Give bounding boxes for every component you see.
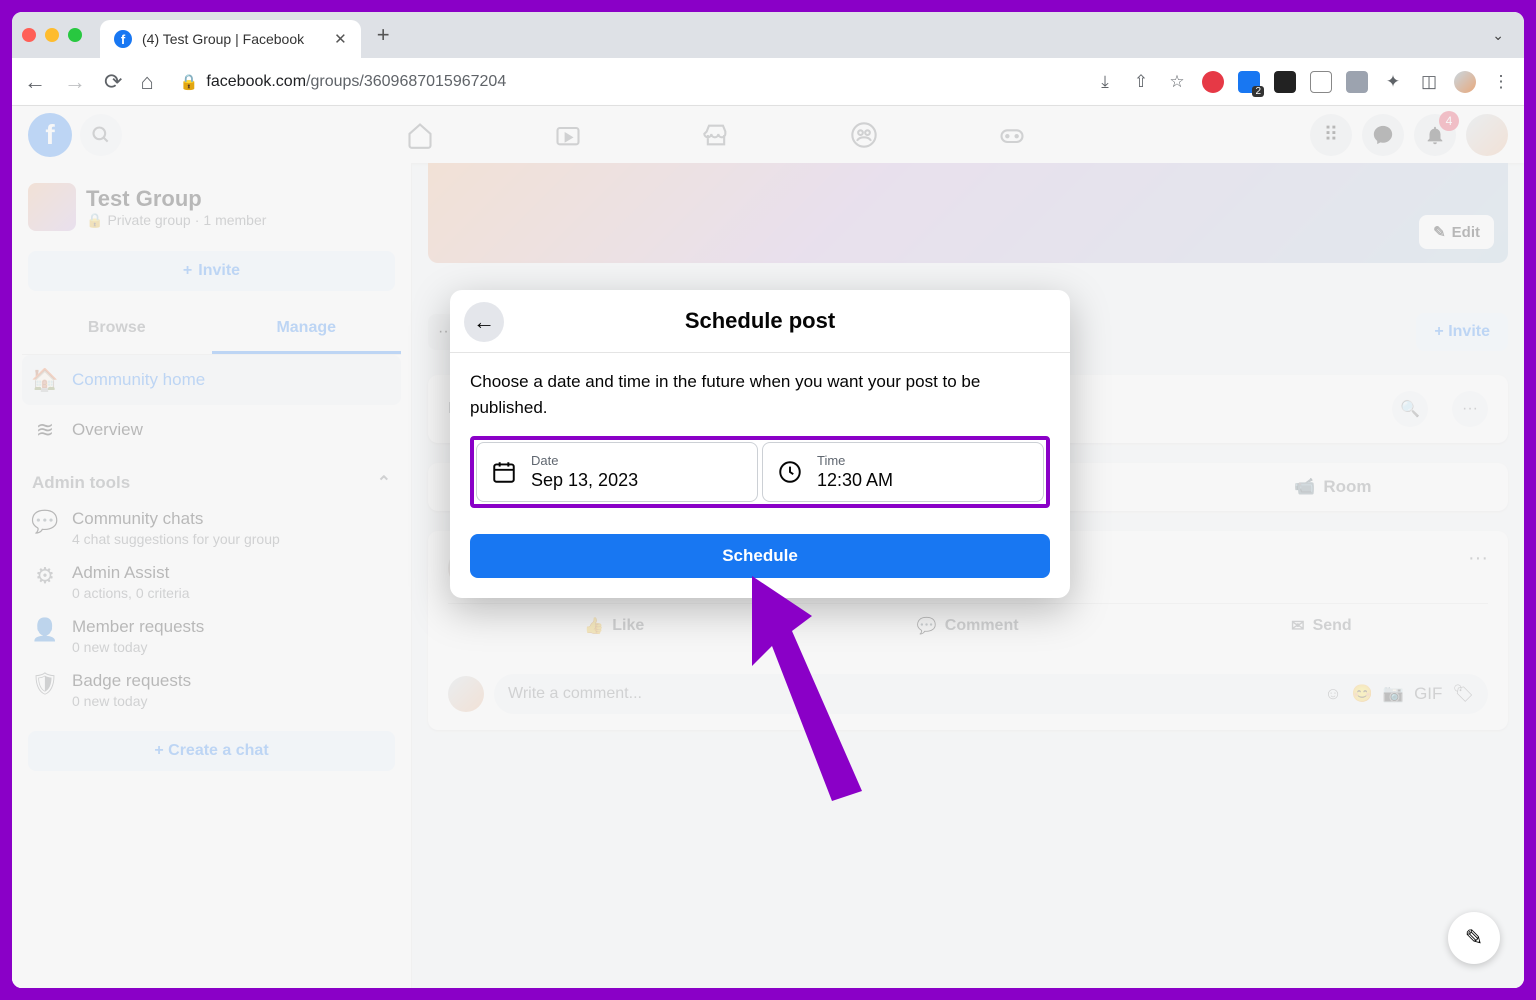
new-tab-button[interactable]: + [377, 22, 390, 48]
time-field[interactable]: Time 12:30 AM [762, 442, 1044, 502]
address-bar: ← → ⟳ ⌂ 🔒 facebook.com/groups/3609687015… [12, 58, 1524, 106]
date-value: Sep 13, 2023 [531, 470, 638, 491]
calendar-icon [491, 459, 517, 485]
tabs-overflow-icon[interactable]: ⌄ [1492, 27, 1504, 44]
extension-icon[interactable] [1202, 71, 1224, 93]
datetime-highlighted-row: Date Sep 13, 2023 Time 12:30 AM [470, 436, 1050, 508]
date-field[interactable]: Date Sep 13, 2023 [476, 442, 758, 502]
browser-tab-bar: f (4) Test Group | Facebook ✕ + ⌄ [12, 12, 1524, 58]
bookmark-icon[interactable]: ☆ [1166, 71, 1188, 93]
clock-icon [777, 459, 803, 485]
tab-title: (4) Test Group | Facebook [142, 31, 304, 47]
time-label: Time [817, 453, 893, 468]
url-host: facebook.com [206, 73, 306, 90]
close-tab-icon[interactable]: ✕ [334, 30, 347, 48]
date-label: Date [531, 453, 638, 468]
side-panel-icon[interactable]: ◫ [1418, 71, 1440, 93]
schedule-post-modal: ← Schedule post Choose a date and time i… [450, 290, 1070, 598]
extension-icon[interactable] [1310, 71, 1332, 93]
profile-avatar[interactable] [1454, 71, 1476, 93]
close-window[interactable] [22, 28, 36, 42]
back-button[interactable]: ← [24, 71, 46, 93]
schedule-button[interactable]: Schedule [470, 534, 1050, 578]
extension-icon[interactable] [1346, 71, 1368, 93]
extension-icon[interactable]: 2 [1238, 71, 1260, 93]
home-button[interactable]: ⌂ [140, 71, 153, 93]
modal-description: Choose a date and time in the future whe… [470, 369, 1050, 420]
reload-button[interactable]: ⟳ [104, 71, 122, 93]
back-button[interactable]: ← [464, 302, 504, 342]
modal-title: Schedule post [450, 308, 1070, 334]
browser-tab[interactable]: f (4) Test Group | Facebook ✕ [100, 20, 361, 58]
lock-icon: 🔒 [180, 73, 199, 91]
favicon-icon: f [114, 30, 132, 48]
install-icon[interactable]: ⤓ [1094, 71, 1116, 93]
url-field[interactable]: 🔒 facebook.com/groups/3609687015967204 [170, 73, 1078, 91]
url-path: /groups/3609687015967204 [306, 73, 506, 90]
forward-button[interactable]: → [64, 71, 86, 93]
window-controls [22, 28, 82, 42]
maximize-window[interactable] [68, 28, 82, 42]
extension-icon[interactable] [1274, 71, 1296, 93]
compose-fab[interactable]: ✎ [1448, 912, 1500, 964]
menu-icon[interactable]: ⋮ [1490, 71, 1512, 93]
minimize-window[interactable] [45, 28, 59, 42]
share-icon[interactable]: ⇧ [1130, 71, 1152, 93]
ext-badge: 2 [1252, 86, 1264, 97]
extensions-icon[interactable]: ✦ [1382, 71, 1404, 93]
time-value: 12:30 AM [817, 470, 893, 491]
